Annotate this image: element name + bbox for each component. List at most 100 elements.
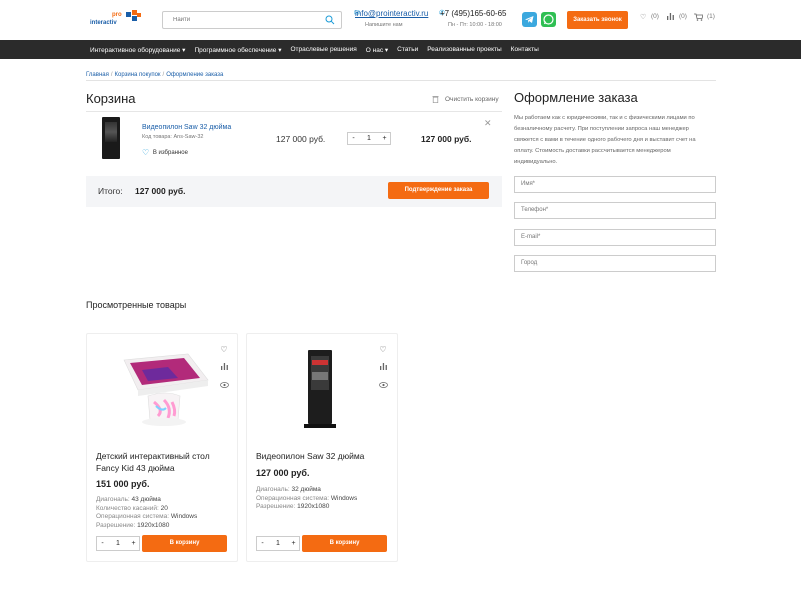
qty-value[interactable]: 1 — [268, 540, 288, 547]
spec-value: 32 дюйма — [291, 486, 321, 493]
product-price: 127 000 руб. — [256, 468, 310, 478]
cart-item-total: 127 000 руб. — [421, 134, 472, 144]
cart-icon[interactable] — [694, 13, 704, 23]
product-specs: Диагональ: 32 дюйма Операционная система… — [256, 486, 357, 512]
breadcrumb-checkout[interactable]: Оформление заказа — [166, 72, 223, 78]
nav-item-equipment[interactable]: Интерактивное оборудование ▾ — [90, 46, 185, 54]
heart-icon: ♡ — [142, 148, 150, 157]
quantity-stepper: - 1 + — [96, 536, 140, 551]
add-to-favorites[interactable]: ♡ В избранное — [142, 147, 188, 157]
cart-item-name[interactable]: Видеопилон Saw 32 дюйма — [142, 124, 231, 131]
logo-text-bottom: interactiv — [90, 20, 117, 26]
kids-table-image[interactable] — [118, 350, 210, 430]
main-nav: Интерактивное оборудование ▾ Программное… — [0, 40, 801, 59]
logo-text-top: pro — [112, 12, 122, 18]
summary-label: Итого: — [98, 186, 123, 196]
spec-value: 20 — [160, 504, 168, 512]
product-specs: Диагональ: 43 дюйма Количество касаний: … — [96, 496, 197, 531]
qty-minus-button[interactable]: - — [348, 135, 359, 142]
nav-item-contacts[interactable]: Контакты — [511, 46, 539, 53]
card-actions: ♡ — [378, 341, 388, 395]
search-box — [162, 11, 342, 29]
video-pylon-image[interactable] — [302, 348, 338, 430]
email-field[interactable]: E-mail* — [514, 229, 716, 246]
nav-item-projects[interactable]: Реализованные проекты — [427, 46, 501, 53]
confirm-order-button[interactable]: Подтверждение заказа — [388, 182, 489, 199]
spec-value: 1920x1080 — [297, 503, 330, 511]
heart-icon[interactable]: ♡ — [378, 341, 388, 359]
spec-label: Операционная система: — [256, 494, 330, 502]
divider — [86, 80, 716, 81]
spec-label: Количество касаний: — [96, 504, 159, 512]
search-icon[interactable] — [325, 15, 335, 25]
qty-plus-button[interactable]: + — [128, 540, 139, 547]
cart-item-code: Код товара: Ans-Saw-32 — [142, 134, 204, 140]
phone-field[interactable]: Телефон* — [514, 202, 716, 219]
cart-count: (1) — [707, 13, 715, 20]
phone-number[interactable]: +7 (495)165-60-65 — [440, 9, 507, 18]
spec-value: 43 дюйма — [131, 496, 161, 503]
spec-value: Windows — [170, 513, 198, 521]
working-hours: Пн - Пт: 10:00 - 18:00 — [448, 22, 502, 28]
cart-title: Корзина — [86, 91, 136, 106]
qty-plus-button[interactable]: + — [379, 135, 390, 142]
email-link[interactable]: info@prointeractiv.ru — [355, 9, 428, 18]
nav-item-articles[interactable]: Статьи — [397, 46, 418, 53]
spec-label: Диагональ: — [256, 486, 290, 493]
quantity-stepper: - 1 + — [256, 536, 300, 551]
remove-item-icon[interactable]: ✕ — [484, 118, 492, 129]
qty-minus-button[interactable]: - — [257, 540, 268, 547]
qty-plus-button[interactable]: + — [288, 540, 299, 547]
spec-value: 1920x1080 — [137, 522, 170, 530]
cart-item-unit-price: 127 000 руб. — [276, 134, 326, 144]
logo-mark-icon — [126, 10, 141, 21]
eye-icon[interactable] — [378, 377, 388, 395]
name-field[interactable]: Имя* — [514, 176, 716, 193]
clear-cart-button[interactable]: Очистить корзину — [432, 96, 499, 103]
compare-count: (0) — [679, 13, 687, 20]
add-to-cart-button[interactable]: В корзину — [142, 535, 227, 552]
eye-icon[interactable] — [219, 377, 229, 395]
order-description: Мы работаем как с юридическими, так и с … — [514, 115, 696, 165]
city-field[interactable]: Город — [514, 255, 716, 272]
cart-item-image[interactable] — [102, 117, 120, 159]
nav-item-about[interactable]: О нас ▾ — [366, 46, 388, 54]
card-actions: ♡ — [219, 341, 229, 395]
spec-label: Операционная система: — [96, 513, 170, 521]
divider — [86, 111, 502, 112]
breadcrumb-cart[interactable]: Корзина покупок — [115, 72, 161, 78]
breadcrumb-home[interactable]: Главная — [86, 72, 109, 78]
add-to-favorites-label: В избранное — [152, 150, 188, 156]
order-title: Оформление заказа — [514, 90, 638, 105]
breadcrumb: Главная / Корзина покупок / Оформление заказ… — [86, 72, 224, 78]
compare-icon[interactable] — [667, 13, 674, 22]
logo[interactable]: pro interactiv — [90, 10, 148, 32]
telegram-icon[interactable] — [522, 12, 537, 27]
qty-value[interactable]: 1 — [108, 540, 128, 547]
favorites-icon[interactable]: ♡ — [640, 13, 646, 21]
product-name[interactable]: Видеопилон Saw 32 дюйма — [256, 450, 386, 462]
order-call-button[interactable]: Заказать звонок — [567, 11, 628, 29]
heart-icon[interactable]: ♡ — [219, 341, 229, 359]
spec-label: Разрешение: — [256, 503, 296, 511]
email-caption: Напишите нам — [365, 22, 403, 28]
compare-icon[interactable] — [219, 359, 229, 377]
nav-item-solutions[interactable]: Отраслевые решения — [290, 46, 356, 53]
spec-value: Windows — [330, 494, 358, 502]
viewed-title: Просмотренные товары — [86, 300, 187, 310]
compare-icon[interactable] — [378, 359, 388, 377]
qty-value[interactable]: 1 — [359, 135, 379, 142]
add-to-cart-button[interactable]: В корзину — [302, 535, 387, 552]
clear-cart-label: Очистить корзину — [445, 96, 499, 103]
nav-item-software[interactable]: Программное обеспечение ▾ — [194, 46, 281, 54]
spec-label: Разрешение: — [96, 522, 136, 530]
search-input[interactable] — [163, 12, 313, 28]
product-price: 151 000 руб. — [96, 479, 150, 489]
qty-minus-button[interactable]: - — [97, 540, 108, 547]
summary-total: 127 000 руб. — [135, 186, 186, 196]
quantity-stepper: - 1 + — [347, 132, 391, 145]
product-name[interactable]: Детский интерактивный стол Fancy Kid 43 … — [96, 450, 226, 474]
whatsapp-icon[interactable] — [541, 12, 556, 27]
trash-icon — [432, 96, 439, 103]
favorites-count: (0) — [651, 13, 659, 20]
